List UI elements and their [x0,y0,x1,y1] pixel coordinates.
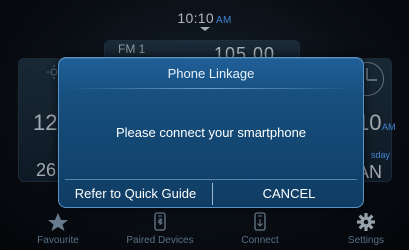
quick-guide-button[interactable]: Refer to Quick Guide [59,179,212,209]
dialog-footer: Refer to Quick Guide CANCEL [59,179,363,209]
infotainment-screen: 10:10 AM FM 1 105.00 12 26 10 AM sday AN … [0,0,409,250]
dialog-title: Phone Linkage [167,66,255,81]
dialog-title-divider [67,88,355,89]
dialog-message: Please connect your smartphone [115,125,307,140]
phone-linkage-dialog: Phone Linkage Please connect your smartp… [58,57,364,208]
cancel-button[interactable]: CANCEL [213,179,365,209]
